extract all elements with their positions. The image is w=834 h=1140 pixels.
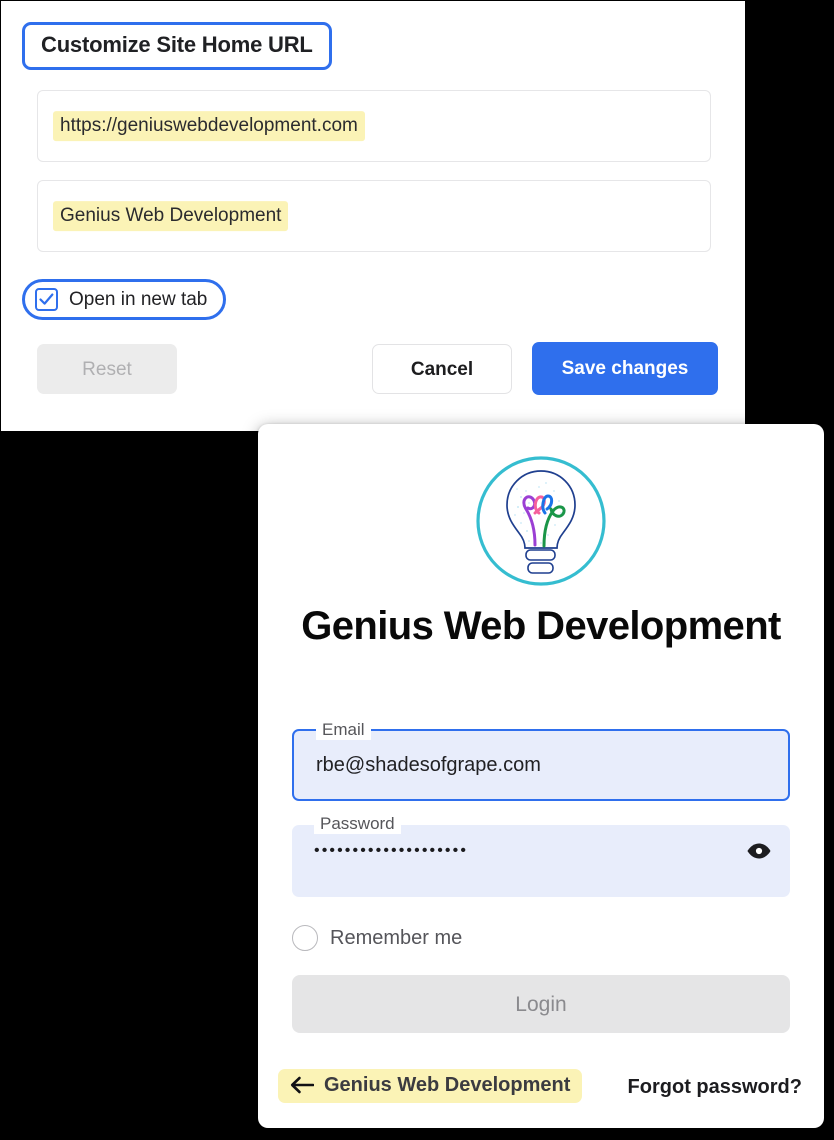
eye-glyph — [747, 843, 771, 859]
back-link-label: Genius Web Development — [324, 1074, 571, 1096]
login-button[interactable]: Login — [292, 975, 790, 1033]
remember-me-label: Remember me — [330, 927, 463, 949]
remember-me-checkbox[interactable] — [292, 925, 318, 951]
arrow-left-icon — [290, 1076, 314, 1094]
page-title: Customize Site Home URL — [41, 32, 313, 57]
open-in-new-tab-label: Open in new tab — [69, 289, 208, 310]
dialog-title-focus-ring[interactable]: Customize Site Home URL — [22, 22, 332, 70]
save-changes-button[interactable]: Save changes — [532, 342, 718, 395]
reset-button[interactable]: Reset — [37, 344, 177, 394]
site-url-input[interactable]: https://geniuswebdevelopment.com — [37, 90, 711, 162]
checkmark-icon — [39, 293, 54, 305]
customize-site-home-url-dialog: Customize Site Home URL https://geniuswe… — [1, 1, 745, 431]
email-field-value: rbe@shadesofgrape.com — [316, 754, 541, 776]
site-url-value: https://geniuswebdevelopment.com — [53, 111, 365, 141]
lightbulb-idea-logo-icon — [476, 456, 606, 586]
password-field[interactable]: Password •••••••••••••••••••• — [292, 814, 790, 897]
password-field-label: Password — [314, 814, 401, 835]
site-name-input[interactable]: Genius Web Development — [37, 180, 711, 252]
email-field[interactable]: Email rbe@shadesofgrape.com — [292, 720, 790, 801]
login-card: Genius Web Development Email rbe@shadeso… — [258, 424, 824, 1128]
password-field-value: •••••••••••••••••••• — [314, 842, 469, 859]
open-in-new-tab-row[interactable]: Open in new tab — [22, 279, 227, 320]
remember-me-row[interactable]: Remember me — [292, 925, 462, 951]
forgot-password-link[interactable]: Forgot password? — [628, 1077, 802, 1097]
brand-title: Genius Web Development — [301, 604, 781, 648]
site-name-value: Genius Web Development — [53, 201, 289, 231]
open-in-new-tab-checkbox[interactable] — [35, 288, 58, 311]
eye-icon[interactable] — [746, 841, 772, 861]
email-field-label: Email — [316, 720, 371, 741]
cancel-button[interactable]: Cancel — [372, 344, 512, 394]
back-to-site-link[interactable]: Genius Web Development — [278, 1069, 583, 1103]
